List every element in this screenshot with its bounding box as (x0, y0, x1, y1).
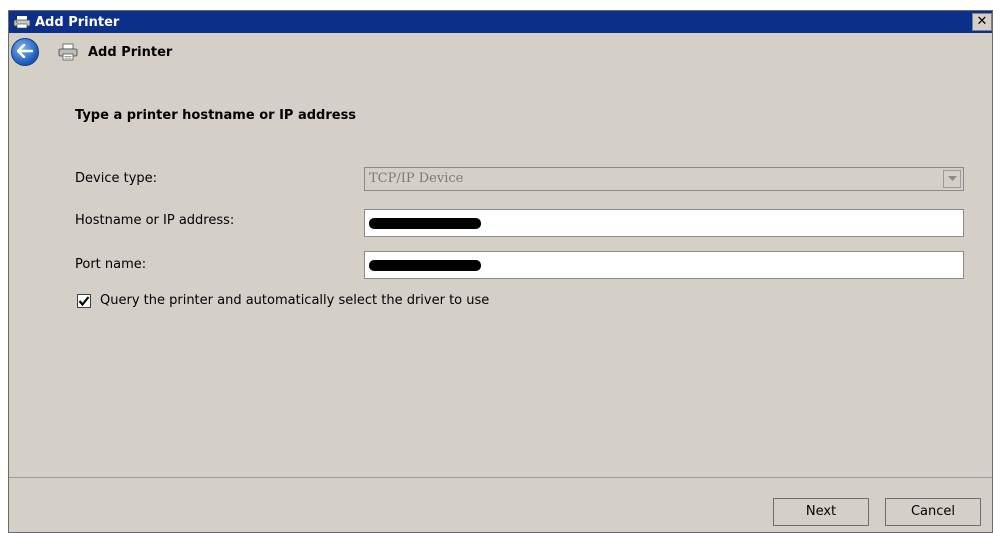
nav-title: Add Printer (88, 44, 173, 60)
window-title: Add Printer (35, 14, 120, 30)
title-bar: Add Printer ✕ (9, 11, 992, 33)
add-printer-window: Add Printer ✕ Add Printer Type a printer (8, 10, 993, 533)
checkmark-icon (78, 295, 90, 306)
next-button[interactable]: Next (773, 498, 869, 526)
device-type-label: Device type: (75, 171, 158, 186)
port-name-label: Port name: (75, 257, 147, 272)
hostname-input[interactable] (364, 209, 964, 237)
redacted-value (369, 259, 481, 271)
query-printer-option[interactable]: Query the printer and automatically sele… (77, 293, 489, 308)
dialog-footer: Next Cancel (9, 477, 992, 532)
printer-icon (57, 42, 79, 62)
back-arrow-icon (16, 43, 34, 62)
cancel-button[interactable]: Cancel (885, 498, 981, 526)
close-icon: ✕ (976, 14, 988, 29)
query-printer-checkbox[interactable] (77, 293, 91, 308)
printer-icon (9, 11, 35, 33)
port-name-input[interactable] (364, 251, 964, 279)
redacted-value (369, 217, 481, 229)
back-button[interactable] (11, 38, 39, 66)
device-type-select[interactable]: TCP/IP Device (364, 167, 964, 191)
device-type-value: TCP/IP Device (369, 171, 464, 186)
close-button[interactable]: ✕ (972, 13, 992, 31)
page-heading: Type a printer hostname or IP address (75, 108, 357, 123)
navigation-bar: Add Printer (9, 33, 992, 71)
chevron-down-icon[interactable] (943, 170, 961, 188)
query-printer-label: Query the printer and automatically sele… (100, 293, 490, 308)
hostname-label: Hostname or IP address: (75, 213, 235, 228)
dialog-content: Type a printer hostname or IP address De… (9, 71, 992, 476)
